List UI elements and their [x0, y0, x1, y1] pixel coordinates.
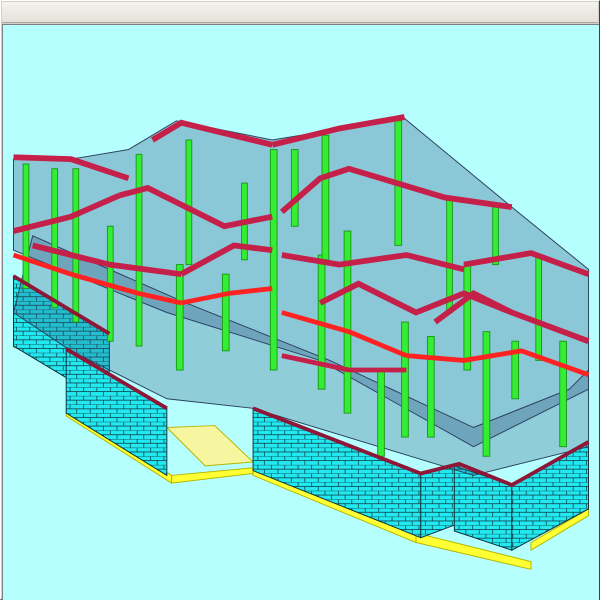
column — [175, 264, 184, 371]
app-window — [0, 0, 600, 600]
3d-viewport[interactable] — [2, 24, 599, 600]
column — [482, 331, 491, 457]
column — [321, 134, 330, 261]
wall-panel — [420, 463, 460, 539]
column — [401, 321, 409, 438]
structural-model[interactable] — [3, 25, 599, 600]
column — [343, 230, 352, 414]
column — [72, 168, 80, 323]
column — [463, 264, 472, 371]
column — [51, 168, 59, 309]
footing-strip — [171, 467, 254, 484]
column — [535, 254, 543, 361]
column — [427, 335, 435, 438]
window-title-bar[interactable] — [2, 2, 598, 23]
column — [185, 139, 193, 266]
column — [377, 369, 385, 457]
column — [135, 153, 143, 347]
column — [221, 273, 230, 352]
column — [269, 149, 278, 371]
column — [290, 149, 299, 227]
column — [559, 340, 567, 448]
footing-strip — [165, 425, 255, 467]
wall-panel — [453, 465, 513, 551]
